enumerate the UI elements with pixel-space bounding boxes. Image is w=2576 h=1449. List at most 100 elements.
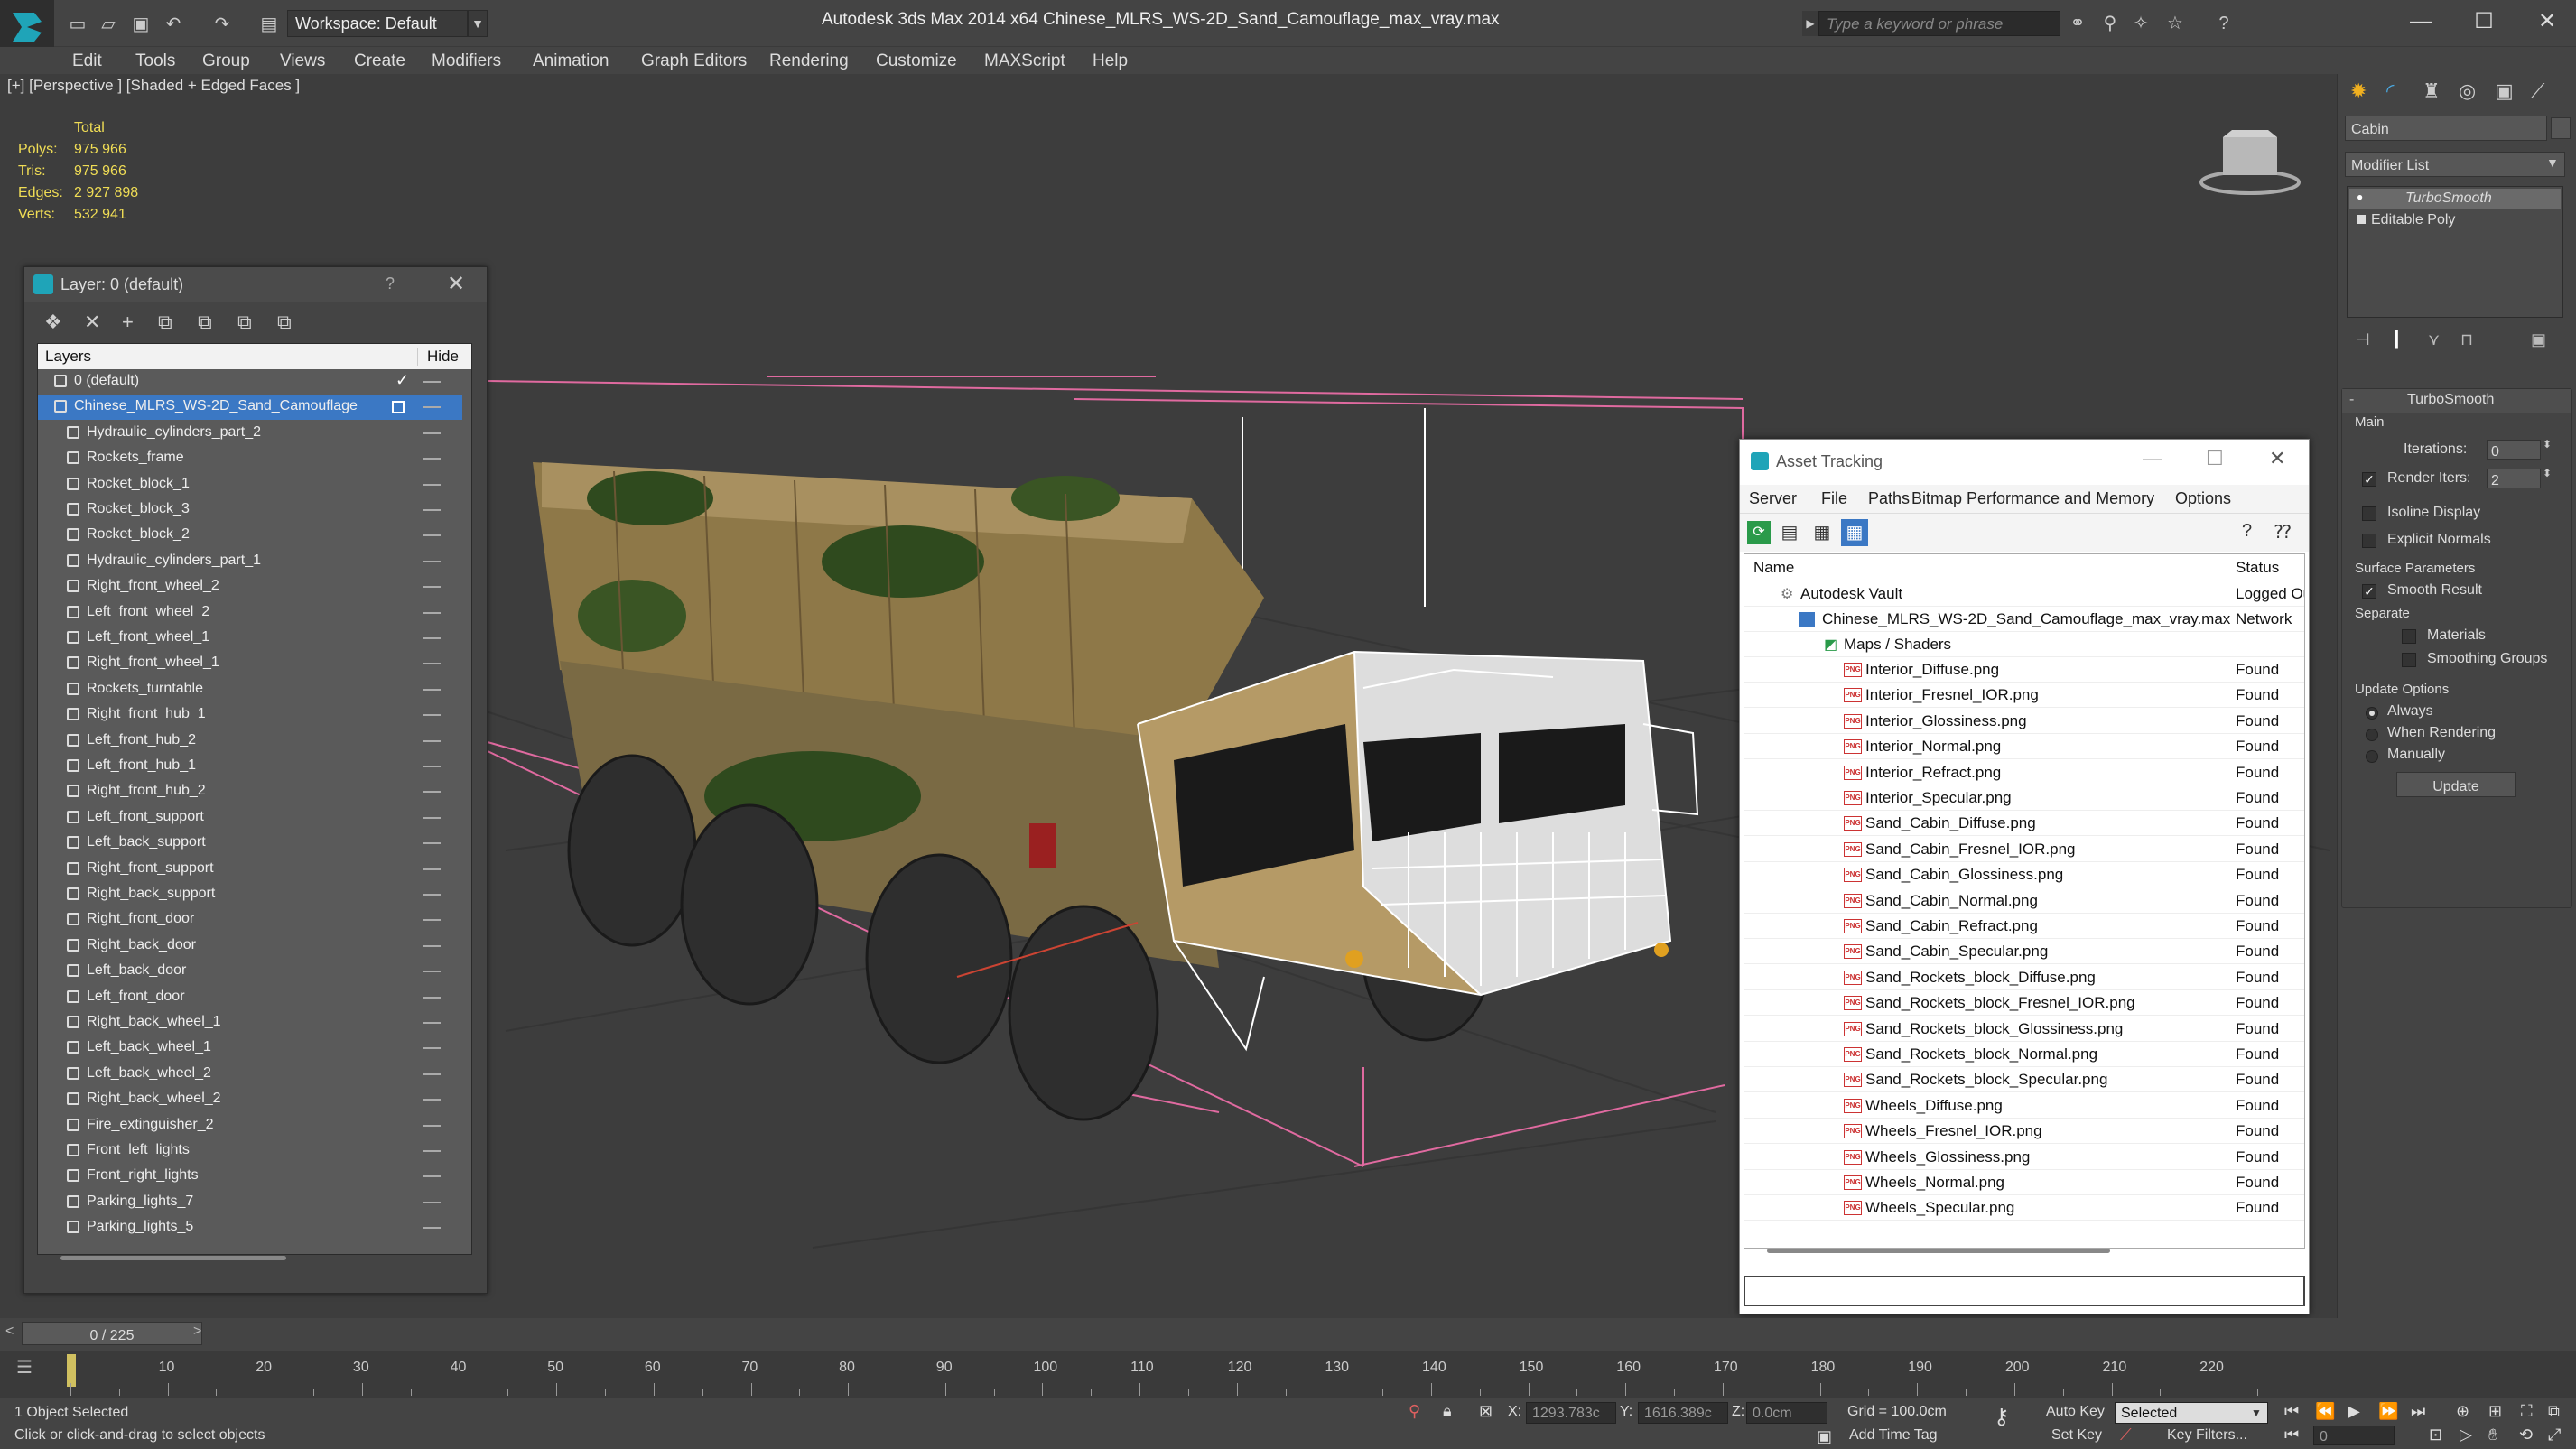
hide-toggle[interactable] — [423, 714, 441, 717]
layer-object-row[interactable]: Rockets_frame — [38, 446, 462, 471]
maximize-button[interactable]: ☐ — [2456, 5, 2512, 38]
asset-file-row[interactable]: PNG Sand_Cabin_Refract.png Found — [1744, 914, 2304, 939]
save-file-icon[interactable]: ▣ — [128, 11, 153, 36]
hide-toggle[interactable] — [423, 1175, 441, 1178]
materials-checkbox[interactable] — [2402, 629, 2416, 644]
time-slider-thumb[interactable]: 0 / 225 — [22, 1322, 202, 1345]
freeze-all-layers-icon[interactable]: ⧉ — [277, 311, 292, 334]
pan-icon[interactable]: ✋︎ — [2488, 1426, 2497, 1444]
layer-object-row[interactable]: Left_back_wheel_2 — [38, 1062, 462, 1087]
display-tab-icon[interactable]: ▣ — [2495, 79, 2514, 103]
current-layer-check-icon[interactable]: ✓ — [395, 371, 409, 390]
key-filters-button[interactable]: Key Filters... — [2167, 1427, 2247, 1444]
menu-graph-editors[interactable]: Graph Editors — [641, 51, 747, 71]
asset-file-row[interactable]: PNG Sand_Cabin_Diffuse.png Found — [1744, 811, 2304, 837]
time-next-icon[interactable]: > — [193, 1324, 201, 1340]
menu-tools[interactable]: Tools — [135, 51, 175, 71]
maximize-viewport-icon[interactable]: ⤢ — [2548, 1426, 2561, 1444]
hide-toggle[interactable] — [423, 816, 441, 819]
layer-object-row[interactable]: Fire_extinguisher_2 — [38, 1113, 462, 1138]
remove-modifier-icon[interactable]: ⊓ — [2460, 330, 2473, 349]
app-logo-button[interactable] — [0, 0, 54, 54]
zoom-extents-icon[interactable]: ⛶ — [2521, 1402, 2533, 1421]
asset-minimize-button[interactable]: — — [2143, 447, 2162, 470]
hide-toggle[interactable] — [423, 894, 441, 896]
modifier-list-dropdown[interactable]: Modifier List ▼ — [2345, 152, 2565, 177]
layer-object-row[interactable]: Left_front_wheel_2 — [38, 600, 462, 626]
asset-menu-bitmap-performance[interactable]: Bitmap Performance and Memory — [1911, 489, 2154, 508]
layer-object-row[interactable]: Hydraulic_cylinders_part_1 — [38, 549, 462, 574]
layer-object-row[interactable]: Parking_lights_5 — [38, 1215, 462, 1240]
asset-path-field[interactable] — [1744, 1276, 2305, 1306]
asset-file-row[interactable]: PNG Wheels_Glossiness.png Found — [1744, 1144, 2304, 1170]
layer-object-row[interactable]: Left_back_wheel_1 — [38, 1036, 462, 1061]
asset-menu-server[interactable]: Server — [1749, 489, 1797, 508]
menu-maxscript[interactable]: MAXScript — [984, 51, 1065, 71]
asset-file-row[interactable]: PNG Sand_Rockets_block_Fresnel_IOR.png Fou… — [1744, 990, 2304, 1017]
asset-file-row[interactable]: PNG Interior_Refract.png Found — [1744, 759, 2304, 785]
hide-toggle[interactable] — [423, 868, 441, 870]
hide-toggle[interactable] — [423, 586, 441, 589]
delete-layer-icon[interactable]: ✕ — [84, 311, 100, 334]
asset-file-row[interactable]: PNG Interior_Fresnel_IOR.png Found — [1744, 683, 2304, 709]
key-mode-icon[interactable]: ⚷ — [1994, 1404, 2010, 1430]
asset-file-row[interactable]: PNG Sand_Rockets_block_Diffuse.png Found — [1744, 964, 2304, 990]
motion-tab-icon[interactable]: ◎ — [2459, 79, 2476, 103]
zoom-all-icon[interactable]: ⊞ — [2488, 1402, 2502, 1421]
menu-help[interactable]: Help — [1093, 51, 1128, 71]
asset-file-row[interactable]: PNG Wheels_Fresnel_IOR.png Found — [1744, 1119, 2304, 1145]
hide-toggle[interactable] — [423, 1047, 441, 1050]
layers-column-header[interactable]: Layers — [45, 348, 91, 366]
play-icon[interactable]: ▶ — [2348, 1402, 2360, 1421]
field-of-view-icon[interactable]: ▷ — [2460, 1426, 2472, 1444]
asset-table-hscrollbar[interactable] — [1767, 1249, 2110, 1253]
time-tag-icon[interactable]: ▣ — [1817, 1427, 1832, 1446]
layer-object-row[interactable]: Rocket_block_3 — [38, 497, 462, 523]
project-folder-icon[interactable]: ▤ — [256, 11, 282, 36]
asset-file-row[interactable]: PNG Sand_Cabin_Normal.png Found — [1744, 887, 2304, 914]
hide-toggle[interactable] — [423, 739, 441, 742]
asset-row-maps[interactable]: ◩ Maps / Shaders — [1744, 632, 2304, 657]
asset-file-row[interactable]: PNG Sand_Rockets_block_Glossiness.png Foun… — [1744, 1016, 2304, 1042]
pin-stack-icon[interactable]: ⊣ — [2356, 330, 2370, 349]
always-radio[interactable] — [2366, 707, 2378, 720]
layer-list-hscrollbar[interactable] — [60, 1256, 286, 1260]
asset-file-row[interactable]: PNG Sand_Cabin_Glossiness.png Found — [1744, 862, 2304, 888]
hide-toggle[interactable] — [423, 791, 441, 794]
layer-manager-titlebar[interactable]: Layer: 0 (default) ? ✕ — [24, 267, 487, 302]
viewcube-icon[interactable] — [2196, 119, 2304, 200]
hide-toggle[interactable] — [423, 1073, 441, 1075]
layer-object-row[interactable]: Left_front_hub_1 — [38, 754, 462, 779]
hierarchy-tab-icon[interactable]: ♜ — [2423, 79, 2441, 103]
rollout-header[interactable]: - TurboSmooth — [2342, 389, 2571, 413]
hide-toggle[interactable] — [423, 971, 441, 973]
transform-type-in-icon[interactable]: ⊠ — [1479, 1402, 1493, 1421]
asset-row-scene-file[interactable]: Chinese_MLRS_WS-2D_Sand_Camouflage_max_v… — [1744, 607, 2304, 632]
layer-object-row[interactable]: Right_back_wheel_1 — [38, 1010, 462, 1036]
selection-lock-icon[interactable]: 🔒︎ — [1443, 1402, 1452, 1421]
asset-row-vault[interactable]: ⚙ Autodesk Vault Logged Out — [1744, 581, 2304, 607]
render-iters-spinner[interactable]: 2 — [2487, 469, 2541, 488]
viewport-label-menu[interactable]: [+] [Perspective ] [Shaded + Edged Faces… — [7, 77, 300, 95]
set-key-button[interactable]: Set Key — [2051, 1427, 2102, 1444]
asset-menu-paths[interactable]: Paths — [1868, 489, 1910, 508]
layer-object-row[interactable]: Parking_lights_7 — [38, 1190, 462, 1215]
asset-maximize-button[interactable]: ☐ — [2206, 447, 2224, 470]
minimize-button[interactable]: — — [2393, 5, 2449, 38]
utilities-tab-icon[interactable]: ⟋ — [2531, 79, 2544, 103]
asset-context-help-icon[interactable]: ⁇ — [2274, 521, 2291, 543]
asset-file-row[interactable]: PNG Sand_Cabin_Specular.png Found — [1744, 939, 2304, 965]
layer-object-row[interactable]: Right_back_wheel_2 — [38, 1087, 462, 1112]
explicit-normals-checkbox[interactable] — [2362, 534, 2376, 548]
search-expand-icon[interactable]: ▶ — [1802, 11, 1818, 36]
hide-toggle[interactable] — [423, 663, 441, 665]
asset-menu-file[interactable]: File — [1821, 489, 1847, 508]
hide-toggle[interactable] — [423, 766, 441, 767]
asset-menu-options[interactable]: Options — [2175, 489, 2231, 508]
layer-row-default[interactable]: 0 (default) ✓ — [38, 369, 462, 395]
menu-animation[interactable]: Animation — [533, 51, 609, 71]
asset-file-row[interactable]: PNG Interior_Normal.png Found — [1744, 734, 2304, 760]
asset-file-row[interactable]: PNG Sand_Rockets_block_Specular.png Found — [1744, 1067, 2304, 1093]
hide-toggle[interactable] — [423, 1124, 441, 1127]
layer-object-row[interactable]: Hydraulic_cylinders_part_2 — [38, 421, 462, 446]
